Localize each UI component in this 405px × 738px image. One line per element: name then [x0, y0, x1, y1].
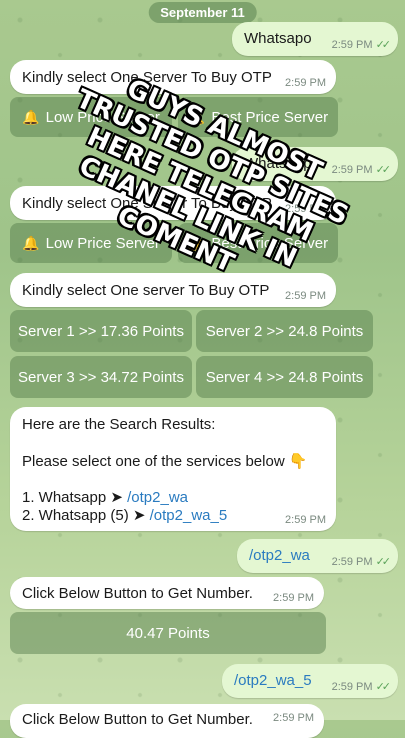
message-time: 2:59 PM ✓✓ — [331, 164, 392, 176]
server-1-button[interactable]: Server 1 >> 17.36 Points — [10, 310, 192, 352]
pointing-down-icon: 👇 — [288, 453, 308, 470]
message-time: 2:59 PM — [285, 77, 326, 89]
low-price-server-button[interactable]: 🔔 Low Price Server — [10, 223, 172, 263]
message-time: 2:59 PM ✓✓ — [331, 681, 392, 693]
message-text: Whatsapo — [244, 30, 312, 47]
incoming-message[interactable]: Click Below Button to Get Number. 2:59 P… — [10, 577, 324, 609]
bell-icon: 🔔 — [22, 108, 40, 125]
low-price-server-button[interactable]: 🔔 Low Price Server — [10, 97, 172, 137]
incoming-message[interactable]: Kindly select One Server To Buy OTP 2:59… — [10, 186, 336, 220]
message-time: 2:59 PM ✓✓ — [331, 39, 392, 51]
otp2-wa-5-link[interactable]: /otp2_wa_5 — [150, 507, 228, 524]
incoming-message[interactable]: Kindly select One server To Buy OTP 2:59… — [10, 273, 336, 307]
incoming-message[interactable]: Kindly select One Server To Buy OTP 2:59… — [10, 60, 336, 94]
message-text: Whatsapp — [244, 155, 312, 172]
result-item-2: 2. Whatsapp (5) ➤ /otp2_wa_5 — [22, 507, 228, 524]
otp2-wa-link[interactable]: /otp2_wa — [127, 489, 188, 506]
best-price-server-button[interactable]: 🔔 Best Price Server — [178, 223, 338, 263]
points-button[interactable]: 40.47 Points — [10, 612, 326, 654]
incoming-message[interactable]: Click Below Button to Get Number. 2:59 P… — [10, 704, 324, 738]
double-check-icon: ✓✓ — [375, 39, 392, 51]
server-2-button[interactable]: Server 2 >> 24.8 Points — [196, 310, 373, 352]
message-time: 2:59 PM — [285, 514, 326, 526]
bell-icon: 🔔 — [187, 108, 206, 125]
double-check-icon: ✓✓ — [375, 164, 392, 176]
double-check-icon: ✓✓ — [375, 556, 392, 568]
message-text: Click Below Button to Get Number. — [22, 585, 253, 602]
message-text: Kindly select One Server To Buy OTP — [22, 69, 272, 86]
bell-icon: 🔔 — [187, 234, 206, 251]
date-separator: September 11 — [148, 2, 257, 23]
message-text: Kindly select One server To Buy OTP — [22, 282, 270, 299]
outgoing-message[interactable]: Whatsapp 2:59 PM ✓✓ — [232, 147, 398, 181]
server-4-button[interactable]: Server 4 >> 24.8 Points — [196, 356, 373, 398]
results-instruction: Please select one of the services below … — [22, 453, 308, 470]
command-link[interactable]: /otp2_wa — [249, 547, 310, 564]
outgoing-message[interactable]: Whatsapo 2:59 PM ✓✓ — [232, 22, 398, 56]
message-text: Kindly select One Server To Buy OTP — [22, 195, 272, 212]
search-results-message[interactable]: Here are the Search Results: Please sele… — [10, 407, 336, 531]
server-3-button[interactable]: Server 3 >> 34.72 Points — [10, 356, 192, 398]
best-price-server-button[interactable]: 🔔 Best Price Server — [178, 97, 338, 137]
message-time: 2:59 PM — [285, 203, 326, 215]
double-check-icon: ✓✓ — [375, 681, 392, 693]
bell-icon: 🔔 — [22, 234, 40, 251]
outgoing-message[interactable]: /otp2_wa_5 2:59 PM ✓✓ — [222, 664, 398, 698]
message-time: 2:59 PM — [273, 712, 314, 724]
message-time: 2:59 PM — [273, 592, 314, 604]
command-link[interactable]: /otp2_wa_5 — [234, 672, 312, 689]
result-item-1: 1. Whatsapp ➤ /otp2_wa — [22, 489, 189, 506]
outgoing-message[interactable]: /otp2_wa 2:59 PM ✓✓ — [237, 539, 398, 573]
message-time: 2:59 PM ✓✓ — [331, 556, 392, 568]
message-time: 2:59 PM — [285, 290, 326, 302]
results-heading: Here are the Search Results: — [22, 416, 216, 433]
